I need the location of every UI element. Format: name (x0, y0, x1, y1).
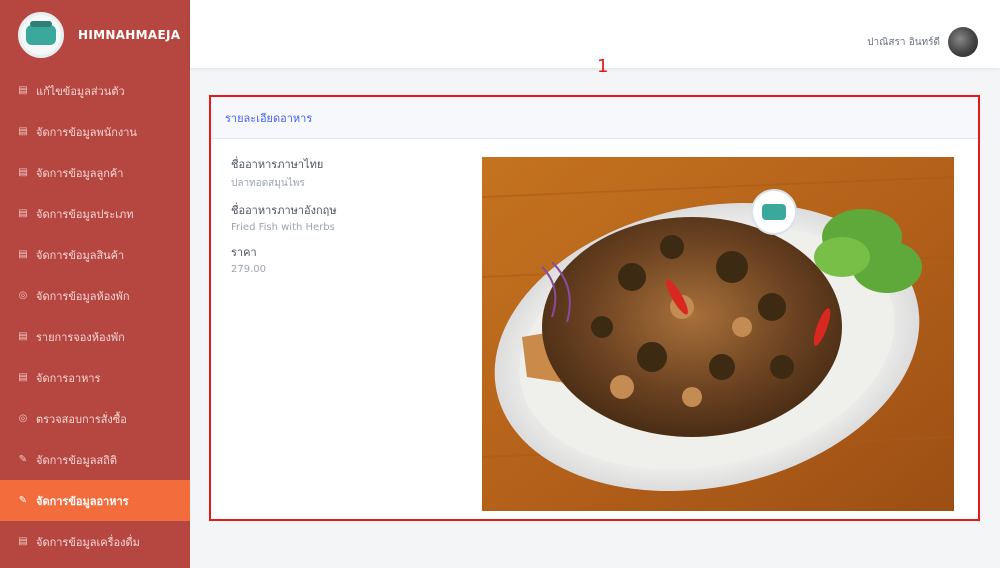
sidebar-item-label: จัดการข้อมูลเครื่องดื่ม (36, 535, 140, 549)
list-icon: ▤ (18, 249, 28, 260)
sidebar-item-drinks[interactable]: ▤ จัดการข้อมูลเครื่องดื่ม (0, 521, 190, 562)
food-detail-card: รายละเอียดอาหาร ชื่ออาหารภาษาไทย ปลาทอดส… (209, 95, 980, 521)
list-icon: ▤ (18, 331, 28, 342)
sidebar-item-categories[interactable]: ▤ จัดการข้อมูลประเภท (0, 193, 190, 234)
sidebar-item-label: จัดการข้อมูลพนักงาน (36, 125, 137, 139)
sidebar-item-rooms[interactable]: ◎ จัดการข้อมูลห้องพัก (0, 275, 190, 316)
sidebar-item-room-bookings[interactable]: ▤ รายการจองห้องพัก (0, 316, 190, 357)
circle-icon: ◎ (18, 413, 28, 424)
sidebar: HIMNAHMAEJA ▤ แก้ไขข้อมูลส่วนตัว ▤ จัดการข… (0, 0, 190, 568)
avatar (948, 27, 978, 57)
sidebar-item-profile[interactable]: ▤ แก้ไขข้อมูลส่วนตัว (0, 70, 190, 111)
sidebar-item-label: จัดการข้อมูลสินค้า (36, 248, 125, 262)
sidebar-item-products[interactable]: ▤ จัดการข้อมูลสินค้า (0, 234, 190, 275)
sidebar-item-employees[interactable]: ▤ จัดการข้อมูลพนักงาน (0, 111, 190, 152)
sidebar-item-statistics[interactable]: ✎ จัดการข้อมูลสถิติ (0, 439, 190, 480)
field-value: 279.00 (231, 264, 266, 275)
sidebar-item-customers[interactable]: ▤ จัดการข้อมูลลูกค้า (0, 152, 190, 193)
sidebar-item-label: จัดการข้อมูลห้องพัก (36, 289, 130, 303)
topbar: ปาณิสรา อินทร์ดี (190, 0, 1000, 68)
list-icon: ▤ (18, 85, 28, 96)
brand-logo (18, 12, 64, 58)
sidebar-item-label: ตรวจสอบการสั่งซื้อ (36, 412, 127, 426)
list-icon: ▤ (18, 536, 28, 547)
user-menu[interactable]: ปาณิสรา อินทร์ดี (867, 27, 978, 57)
brand[interactable]: HIMNAHMAEJA (0, 0, 190, 70)
edit-icon: ✎ (18, 495, 28, 506)
field-value: Fried Fish with Herbs (231, 222, 335, 233)
field-label: ชื่ออาหารภาษาอังกฤษ (231, 204, 337, 217)
sidebar-item-label: จัดการข้อมูลประเภท (36, 207, 134, 221)
card-title: รายละเอียดอาหาร (211, 97, 978, 139)
list-icon: ▤ (18, 372, 28, 383)
sidebar-item-food-management[interactable]: ▤ จัดการอาหาร (0, 357, 190, 398)
sidebar-item-label: จัดการอาหาร (36, 371, 101, 385)
sidebar-item-food-data[interactable]: ✎ จัดการข้อมูลอาหาร (0, 480, 190, 521)
field-label: ราคา (231, 246, 257, 259)
sidebar-item-orders[interactable]: ◎ ตรวจสอบการสั่งซื้อ (0, 398, 190, 439)
food-details: ชื่ออาหารภาษาไทย ปลาทอดสมุนไพร ชื่ออาหาร… (231, 155, 471, 285)
edit-icon: ✎ (18, 454, 28, 465)
user-name: ปาณิสรา อินทร์ดี (867, 36, 940, 48)
circle-icon: ◎ (18, 290, 28, 301)
sidebar-item-label: จัดการข้อมูลอาหาร (36, 494, 129, 508)
sidebar-item-label: จัดการข้อมูลสถิติ (36, 453, 117, 467)
sidebar-item-label: รายการจองห้องพัก (36, 330, 125, 344)
list-icon: ▤ (18, 208, 28, 219)
annotation-number: 1 (597, 56, 609, 77)
sidebar-nav: ▤ แก้ไขข้อมูลส่วนตัว ▤ จัดการข้อมูลพนักงาน… (0, 70, 190, 562)
list-icon: ▤ (18, 126, 28, 137)
sidebar-item-label: แก้ไขข้อมูลส่วนตัว (36, 84, 125, 98)
field-label: ชื่ออาหารภาษาไทย (231, 158, 324, 171)
field-price: ราคา 279.00 (231, 243, 471, 275)
field-english-name: ชื่ออาหารภาษาอังกฤษ Fried Fish with Herb… (231, 201, 471, 233)
food-photo (482, 157, 954, 511)
field-thai-name: ชื่ออาหารภาษาไทย ปลาทอดสมุนไพร (231, 155, 471, 191)
list-icon: ▤ (18, 167, 28, 178)
sidebar-item-label: จัดการข้อมูลลูกค้า (36, 166, 124, 180)
field-value: ปลาทอดสมุนไพร (231, 178, 305, 189)
brand-name: HIMNAHMAEJA (78, 28, 181, 42)
